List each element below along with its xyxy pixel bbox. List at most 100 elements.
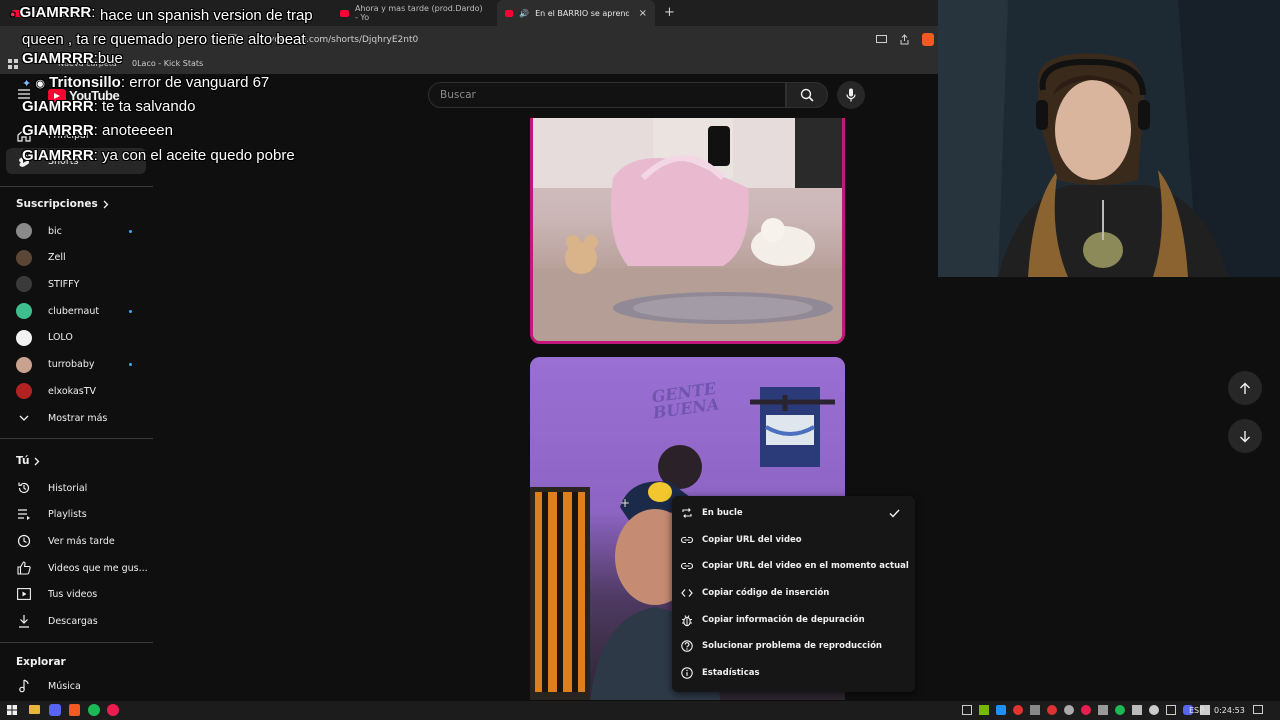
download-icon: [16, 613, 32, 629]
new-content-dot-icon: [129, 229, 132, 233]
microphone-tray-icon[interactable]: [1149, 705, 1159, 715]
next-short-button[interactable]: [1228, 419, 1262, 453]
bookmark-kick-stats[interactable]: 0Laco - Kick Stats: [132, 59, 203, 68]
avatar: [16, 249, 32, 266]
apps-grid-icon[interactable]: [8, 59, 18, 69]
sidebar-item-label: Historial: [48, 482, 88, 494]
chevron-down-icon: [16, 410, 32, 426]
menu-item-copy-embed-code[interactable]: Copiar código de inserción: [672, 580, 915, 606]
tray-app-icon[interactable]: [1064, 705, 1074, 715]
brave-browser-icon[interactable]: [69, 704, 80, 716]
sidebar-item-label: Videos que me gus...: [48, 562, 148, 574]
tray-app-icon[interactable]: [1047, 705, 1057, 715]
sidebar-item-channel[interactable]: bic: [0, 218, 150, 244]
nvidia-icon[interactable]: [979, 705, 989, 715]
new-content-dot-icon: [129, 309, 132, 313]
sidebar-item-liked-videos[interactable]: Videos que me gus...: [0, 555, 150, 581]
close-tab-icon[interactable]: ×: [639, 8, 647, 19]
chat-username: Tritonsillo: [49, 74, 121, 91]
language-indicator[interactable]: ESP: [1189, 706, 1204, 715]
code-icon: [680, 586, 694, 600]
clock[interactable]: 0:24:53: [1214, 706, 1245, 715]
chat-badge-icon: ●: [10, 9, 16, 19]
sidebar-item-channel[interactable]: LOLO: [0, 325, 150, 351]
chat-message-text: bue: [97, 50, 123, 67]
sidebar-item-descargas[interactable]: Descargas: [0, 608, 150, 634]
menu-item-copy-url-at-time[interactable]: Copiar URL del video en el momento actua…: [672, 553, 915, 579]
sidebar-item-label: Tus videos: [48, 588, 98, 600]
microphone-icon: [846, 88, 856, 102]
tray-app-icon[interactable]: [1132, 705, 1142, 715]
notifications-icon[interactable]: [1253, 705, 1263, 714]
share-icon[interactable]: [899, 34, 910, 45]
previous-short-button[interactable]: [1228, 371, 1262, 405]
avatar: [16, 303, 32, 320]
chat-message-text: te ta salvando: [102, 98, 196, 115]
menu-item-loop[interactable]: En bucle: [672, 500, 915, 526]
menu-item-stats[interactable]: Estadísticas: [672, 660, 915, 686]
menu-item-label: Copiar información de depuración: [702, 615, 865, 625]
sidebar-item-tus-videos[interactable]: Tus videos: [0, 581, 150, 607]
screen-cast-icon[interactable]: [876, 35, 887, 44]
sidebar-item-channel[interactable]: Zell: [0, 245, 150, 271]
chat-message: GIAMRRR: anoteeeen: [22, 122, 173, 139]
you-heading[interactable]: Tú: [16, 455, 40, 467]
browser-tab-3-active[interactable]: 🔊 En el BARRIO se aprende a p ×: [497, 0, 655, 26]
link-icon: [680, 533, 694, 547]
chevron-right-icon: [102, 200, 109, 209]
tray-app-icon[interactable]: [1115, 705, 1125, 715]
watch-later-icon: [16, 533, 32, 549]
explore-heading: Explorar: [16, 656, 66, 668]
tab-title: Ahora y mas tarde (prod.Dardo) - Yo: [354, 4, 483, 22]
browser-tab-2[interactable]: Ahora y mas tarde (prod.Dardo) - Yo: [332, 0, 492, 26]
search-icon: [800, 88, 814, 102]
address-bar[interactable]: youtube.com/shorts/DjqhryE2nt0: [243, 30, 913, 50]
search-input[interactable]: Buscar: [428, 82, 786, 108]
tray-app-icon[interactable]: [1081, 705, 1091, 715]
tray-app-icon[interactable]: [1013, 705, 1023, 715]
windows-start-icon[interactable]: [7, 705, 17, 715]
voice-search-button[interactable]: [837, 81, 865, 109]
sidebar-item-channel[interactable]: clubernaut: [0, 298, 150, 324]
new-tab-icon[interactable]: +: [664, 5, 675, 20]
battery-icon[interactable]: [1166, 705, 1176, 715]
sidebar-item-channel[interactable]: turrobaby: [0, 352, 150, 378]
sidebar-item-ver-mas-tarde[interactable]: Ver más tarde: [0, 528, 150, 554]
avatar: [16, 223, 32, 239]
chat-username: GIAMRRR: [22, 147, 94, 164]
menu-item-label: Solucionar problema de reproducción: [702, 641, 882, 651]
search-button[interactable]: [786, 82, 828, 108]
tray-app-icon[interactable]: [996, 705, 1006, 715]
arrow-up-icon: [1239, 382, 1251, 395]
new-content-dot-icon: [129, 363, 132, 366]
channel-avatar: [16, 329, 32, 346]
file-explorer-icon[interactable]: [29, 705, 40, 714]
sidebar-item-historial[interactable]: Historial: [0, 475, 150, 501]
subscriptions-heading[interactable]: Suscripciones: [16, 198, 109, 210]
menu-item-copy-url[interactable]: Copiar URL del video: [672, 527, 915, 553]
menu-item-troubleshoot-playback[interactable]: Solucionar problema de reproducción: [672, 633, 915, 659]
search-placeholder: Buscar: [440, 89, 476, 101]
spotify-icon[interactable]: [88, 704, 100, 716]
obs-icon[interactable]: [107, 704, 119, 716]
youtube-favicon-icon: [505, 9, 514, 17]
discord-icon[interactable]: [49, 704, 61, 716]
show-more-button[interactable]: Mostrar más: [0, 405, 150, 431]
menu-item-copy-debug-info[interactable]: Copiar información de depuración: [672, 607, 915, 633]
tray-app-icon[interactable]: [1030, 705, 1040, 715]
avatar: [16, 329, 32, 346]
sidebar-item-musica[interactable]: Música: [0, 673, 150, 699]
sidebar-item-channel[interactable]: STIFFY: [0, 271, 150, 297]
tray-app-icon[interactable]: [1098, 705, 1108, 715]
sidebar-item-channel[interactable]: elxokasTV: [0, 378, 150, 404]
tray-app-icon[interactable]: [962, 705, 972, 715]
short-video-player-previous[interactable]: [530, 118, 845, 344]
chat-message-text: error de vanguard 67: [129, 74, 270, 91]
sidebar-item-playlists[interactable]: Playlists: [0, 501, 150, 527]
sidebar-divider: [0, 186, 153, 187]
playlists-icon: [16, 506, 32, 522]
brave-shield-icon[interactable]: [922, 33, 934, 46]
sidebar-divider: [0, 438, 153, 439]
checkmark-icon: [889, 509, 900, 518]
help-icon: [680, 639, 694, 653]
